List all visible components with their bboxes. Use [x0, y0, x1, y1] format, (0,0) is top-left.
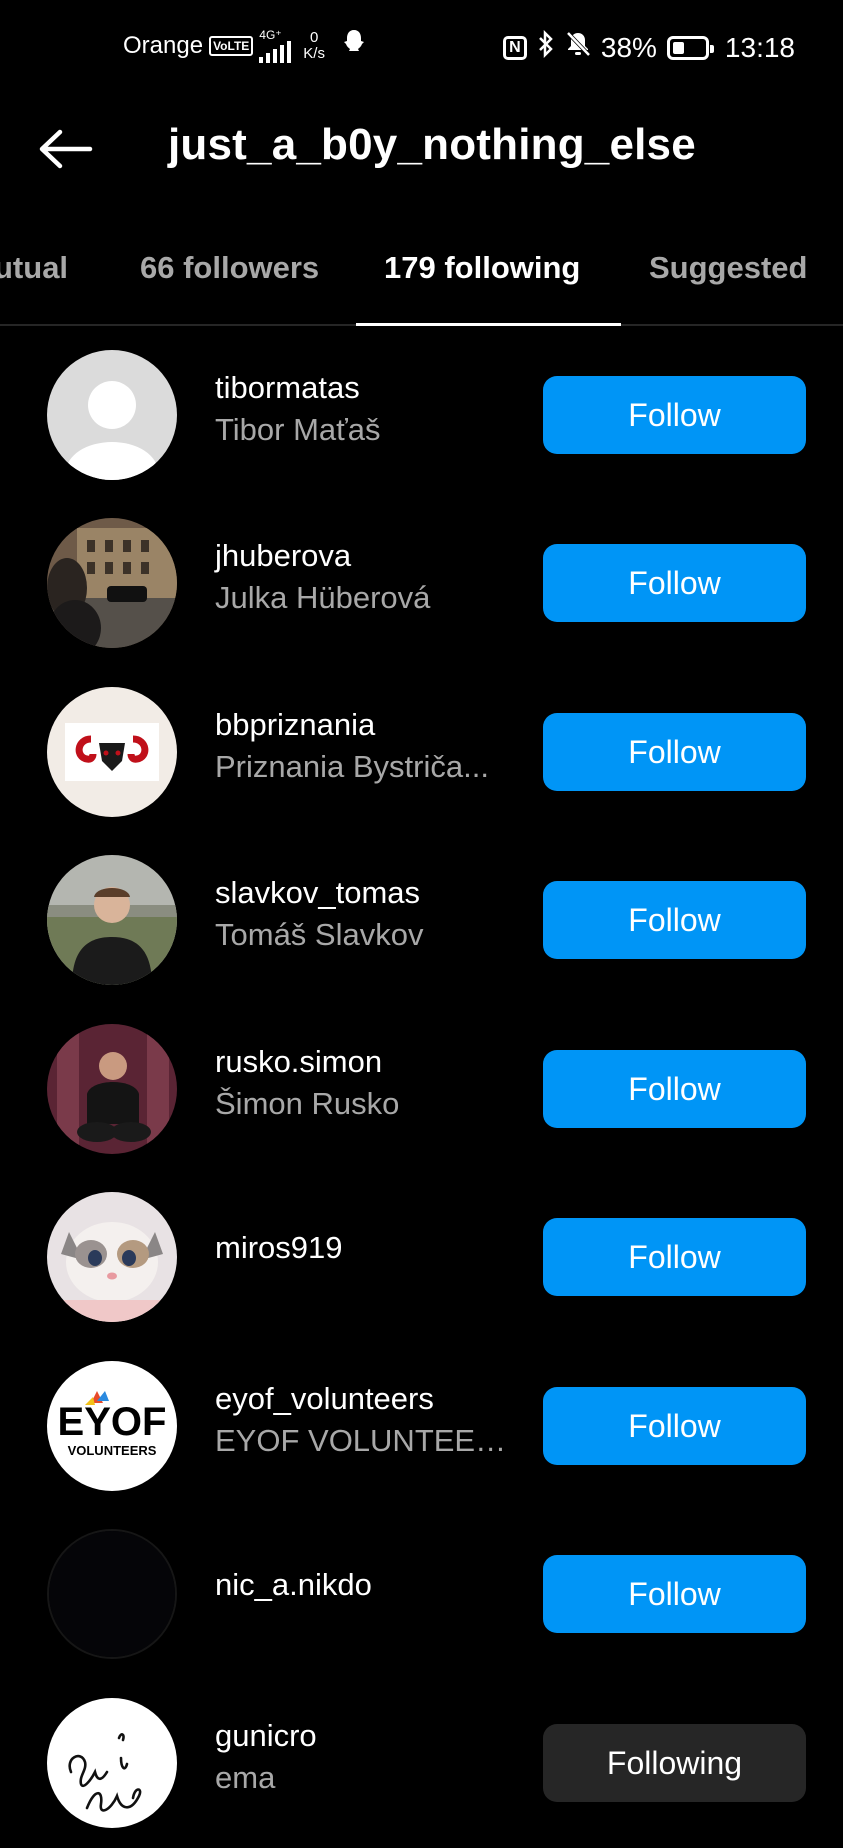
- follow-button[interactable]: Follow: [543, 1218, 806, 1296]
- avatar-photo[interactable]: [47, 1024, 177, 1154]
- network-speed-unit: K/s: [303, 44, 325, 62]
- list-item[interactable]: jhuberova Julka Hüberová Follow: [0, 508, 843, 668]
- active-tab-indicator: [356, 323, 621, 326]
- avatar-dark-image[interactable]: [47, 1529, 177, 1659]
- full-name: Julka Hüberová: [215, 580, 431, 615]
- account-text: miros919: [215, 1230, 515, 1266]
- network-speed: 0 K/s: [303, 28, 325, 62]
- eyof-logo-subtext: VOLUNTEERS: [68, 1443, 157, 1458]
- list-item[interactable]: gunicro ema Following: [0, 1688, 843, 1848]
- back-button[interactable]: [38, 128, 93, 170]
- account-text: eyof_volunteers EYOF VOLUNTEERS: [215, 1381, 515, 1459]
- full-name: Priznania Bystriča...: [215, 749, 489, 784]
- avatar-ram-logo[interactable]: [47, 687, 177, 817]
- account-text: tibormatas Tibor Maťaš: [215, 370, 515, 448]
- battery-percent: 38%: [600, 31, 657, 63]
- status-left: Orange VoLTE 4G⁺ 0 K/s: [123, 28, 367, 63]
- arrow-left-icon: [39, 129, 93, 169]
- nfc-icon: N: [502, 35, 527, 60]
- signal-bars-icon: [259, 40, 292, 63]
- full-name: EYOF VOLUNTEERS: [215, 1423, 515, 1458]
- bell-muted-icon: [565, 30, 591, 65]
- status-right: N 38% 13:18: [502, 29, 795, 65]
- list-item[interactable]: bbpriznania Priznania Bystriča... Follow: [0, 677, 843, 837]
- username[interactable]: tibormatas: [215, 370, 515, 406]
- following-button[interactable]: Following: [543, 1724, 806, 1802]
- follow-button[interactable]: Follow: [543, 881, 806, 959]
- header: just_a_b0y_nothing_else: [0, 100, 843, 195]
- full-name: Šimon Rusko: [215, 1086, 400, 1121]
- follow-button[interactable]: Follow: [543, 1050, 806, 1128]
- username[interactable]: gunicro: [215, 1718, 515, 1754]
- carrier-name: Orange: [123, 31, 204, 59]
- username[interactable]: miros919: [215, 1230, 515, 1266]
- account-text: rusko.simon Šimon Rusko: [215, 1044, 515, 1122]
- network-type: 4G⁺: [259, 27, 282, 42]
- avatar-eyof-logo[interactable]: EYOF VOLUNTEERS: [47, 1361, 177, 1491]
- eyof-logo-text: EYOF: [58, 1400, 167, 1444]
- list-item[interactable]: tibormatas Tibor Maťaš Follow: [0, 340, 843, 500]
- avatar-photo[interactable]: [47, 518, 177, 648]
- list-item[interactable]: miros919 Follow: [0, 1182, 843, 1342]
- follow-button[interactable]: Follow: [543, 713, 806, 791]
- tab-mutual[interactable]: utual: [0, 250, 68, 286]
- avatar-signature-image[interactable]: [47, 1698, 177, 1828]
- page-title: just_a_b0y_nothing_else: [168, 120, 696, 169]
- snapchat-ghost-icon: [341, 28, 367, 63]
- username[interactable]: slavkov_tomas: [215, 875, 515, 911]
- avatar-kitten-photo[interactable]: [47, 1192, 177, 1322]
- tab-suggested[interactable]: Suggested: [649, 250, 807, 286]
- list-item[interactable]: EYOF VOLUNTEERS eyof_volunteers EYOF VOL…: [0, 1351, 843, 1511]
- follow-button[interactable]: Follow: [543, 1555, 806, 1633]
- network-speed-value: 0: [309, 28, 319, 46]
- full-name: Tibor Maťaš: [215, 412, 381, 447]
- follow-button[interactable]: Follow: [543, 544, 806, 622]
- bluetooth-icon: [537, 29, 555, 65]
- list-item[interactable]: nic_a.nikdo Follow: [0, 1519, 843, 1679]
- username[interactable]: eyof_volunteers: [215, 1381, 515, 1417]
- avatar-default-icon[interactable]: [47, 350, 177, 480]
- signal-icon: 4G⁺: [259, 27, 292, 63]
- avatar-photo[interactable]: [47, 855, 177, 985]
- volte-badge: VoLTE: [209, 35, 254, 56]
- username[interactable]: rusko.simon: [215, 1044, 515, 1080]
- tab-bar: utual 66 followers 179 following Suggest…: [0, 222, 843, 326]
- follow-button[interactable]: Follow: [543, 1387, 806, 1465]
- account-text: jhuberova Julka Hüberová: [215, 538, 515, 616]
- tab-followers[interactable]: 66 followers: [140, 250, 319, 286]
- tab-following[interactable]: 179 following: [384, 250, 580, 286]
- account-text: nic_a.nikdo: [215, 1567, 515, 1603]
- account-text: slavkov_tomas Tomáš Slavkov: [215, 875, 515, 953]
- follow-button[interactable]: Follow: [543, 376, 806, 454]
- status-bar: Orange VoLTE 4G⁺ 0 K/s N 38% 13:18: [0, 0, 843, 100]
- username[interactable]: nic_a.nikdo: [215, 1567, 515, 1603]
- account-text: bbpriznania Priznania Bystriča...: [215, 707, 515, 785]
- list-item[interactable]: slavkov_tomas Tomáš Slavkov Follow: [0, 845, 843, 1005]
- full-name: Tomáš Slavkov: [215, 917, 424, 952]
- full-name: ema: [215, 1760, 276, 1795]
- username[interactable]: jhuberova: [215, 538, 515, 574]
- username[interactable]: bbpriznania: [215, 707, 515, 743]
- battery-level: [672, 41, 684, 54]
- list-item[interactable]: rusko.simon Šimon Rusko Follow: [0, 1014, 843, 1174]
- clock: 13:18: [724, 31, 795, 63]
- battery-icon: [666, 35, 714, 60]
- account-text: gunicro ema: [215, 1718, 515, 1796]
